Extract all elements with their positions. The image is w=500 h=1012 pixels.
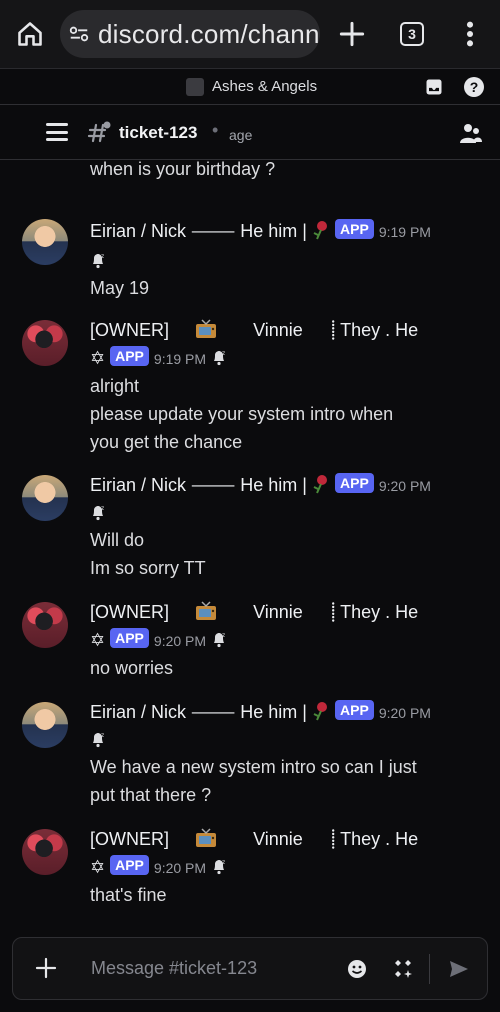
- attach-plus-icon[interactable]: [35, 957, 57, 979]
- timestamp: 9:19 PM: [153, 351, 207, 367]
- svg-text:z: z: [101, 732, 104, 739]
- message-text: May 19: [90, 278, 150, 298]
- apps-icon[interactable]: [393, 959, 413, 979]
- server-icon[interactable]: [186, 78, 204, 96]
- author-name[interactable]: Vinnie: [253, 829, 303, 849]
- message-input[interactable]: Message #ticket-123: [91, 958, 257, 979]
- star-icon: ✡: [90, 630, 106, 650]
- author-pronouns: ⸽ They . He: [330, 829, 419, 849]
- svg-text:z: z: [222, 632, 225, 639]
- message-item: [OWNER] Vinnie ⸽ They . He ✡ APP 9:20 PM…: [0, 596, 500, 686]
- message-text: Will do: [90, 530, 145, 550]
- author-name[interactable]: Eirian / Nick ⸻ He him |: [90, 702, 307, 722]
- server-name[interactable]: Ashes & Angels: [212, 78, 317, 95]
- app-badge: APP: [335, 700, 374, 720]
- message-item: Eirian / Nick ⸻ He him | APP 9:19 PM z M…: [0, 213, 500, 303]
- author-pronouns: ⸽ They . He: [330, 320, 419, 340]
- avatar[interactable]: [22, 320, 68, 366]
- message-text: We have a new system intro so can I just: [90, 757, 417, 777]
- timestamp: 9:20 PM: [153, 633, 207, 649]
- timestamp: 9:19 PM: [378, 224, 431, 240]
- bell-snooze-icon: z: [214, 859, 225, 875]
- tab-switcher-button[interactable]: 3: [400, 22, 424, 46]
- thread-hash-icon: [87, 121, 111, 143]
- emoji-icon[interactable]: [347, 959, 367, 979]
- svg-text:z: z: [101, 505, 104, 512]
- bell-snooze-icon: z: [214, 350, 225, 366]
- server-bar: Ashes & Angels ?: [0, 68, 500, 104]
- rose-icon: [313, 221, 327, 240]
- rose-icon: [313, 475, 327, 494]
- star-icon: ✡: [90, 348, 106, 368]
- url-text: discord.com/chann: [98, 18, 320, 49]
- app-badge: APP: [335, 219, 374, 239]
- avatar[interactable]: [22, 475, 68, 521]
- browser-toolbar: discord.com/chann 3: [0, 0, 500, 68]
- message-composer[interactable]: Message #ticket-123: [12, 937, 488, 1000]
- author-name[interactable]: Eirian / Nick ⸻ He him |: [90, 221, 307, 241]
- rose-icon: [313, 702, 327, 721]
- author-role[interactable]: [OWNER]: [90, 829, 169, 849]
- message-text: alright: [90, 376, 140, 396]
- app-badge: APP: [335, 473, 374, 493]
- author-name[interactable]: Eirian / Nick ⸻ He him |: [90, 475, 307, 495]
- new-tab-icon[interactable]: [336, 18, 368, 50]
- message-item: Eirian / Nick ⸻ He him | APP 9:20 PM z W…: [0, 469, 500, 589]
- author-name[interactable]: Vinnie: [253, 602, 303, 622]
- svg-text:z: z: [222, 350, 225, 357]
- site-settings-icon[interactable]: [68, 23, 90, 45]
- avatar[interactable]: [22, 219, 68, 265]
- bell-snooze-icon: z: [214, 632, 225, 648]
- channel-header: ticket-123 • age: [0, 104, 500, 160]
- author-name[interactable]: Vinnie: [253, 320, 303, 340]
- message-item: [OWNER] Vinnie ⸽ They . He ✡ APP 9:20 PM…: [0, 823, 500, 913]
- composer-divider: [429, 954, 430, 984]
- tv-icon: [196, 601, 217, 620]
- tv-icon: [196, 828, 217, 847]
- home-icon[interactable]: [16, 20, 44, 48]
- address-bar[interactable]: discord.com/chann: [60, 10, 320, 58]
- bell-snooze-icon: z: [93, 505, 104, 521]
- bell-snooze-icon: z: [93, 732, 104, 748]
- tv-icon: [196, 319, 217, 338]
- inbox-icon[interactable]: [424, 77, 444, 97]
- author-role[interactable]: [OWNER]: [90, 602, 169, 622]
- author-pronouns: ⸽ They . He: [330, 602, 419, 622]
- send-icon[interactable]: [448, 959, 470, 979]
- topic-separator: •: [212, 120, 219, 140]
- app-badge: APP: [110, 346, 149, 366]
- svg-text:z: z: [222, 859, 225, 866]
- svg-text:z: z: [101, 253, 104, 260]
- avatar[interactable]: [22, 702, 68, 748]
- star-icon: ✡: [90, 857, 106, 877]
- channel-name[interactable]: ticket-123: [119, 123, 197, 143]
- members-icon[interactable]: [458, 122, 482, 144]
- message-text: Im so sorry TT: [90, 558, 206, 578]
- message-item: [OWNER] Vinnie ⸽ They . He ✡ APP 9:19 PM…: [0, 314, 500, 464]
- more-vert-icon[interactable]: [462, 20, 478, 48]
- timestamp: 9:20 PM: [378, 478, 431, 494]
- avatar[interactable]: [22, 829, 68, 875]
- message-list[interactable]: when is your birthday ? Eirian / Nick ⸻ …: [0, 161, 500, 934]
- timestamp: 9:20 PM: [153, 860, 207, 876]
- message-text: no worries: [90, 658, 174, 678]
- message-item: Eirian / Nick ⸻ He him | APP 9:20 PM z W…: [0, 696, 500, 816]
- message-text: please update your system intro when: [90, 404, 394, 424]
- channel-topic[interactable]: age: [229, 127, 252, 143]
- help-icon[interactable]: ?: [464, 77, 484, 97]
- author-role[interactable]: [OWNER]: [90, 320, 169, 340]
- menu-icon[interactable]: [46, 123, 68, 141]
- app-badge: APP: [110, 628, 149, 648]
- bell-snooze-icon: z: [93, 253, 104, 269]
- app-badge: APP: [110, 855, 149, 875]
- avatar[interactable]: [22, 602, 68, 648]
- message-text: when is your birthday ?: [90, 161, 276, 179]
- message-text: put that there ?: [90, 785, 212, 805]
- message-text: you get the chance: [90, 432, 243, 452]
- timestamp: 9:20 PM: [378, 705, 431, 721]
- message-partial: when is your birthday ?: [0, 161, 500, 193]
- message-text: that's fine: [90, 885, 167, 905]
- tab-count: 3: [408, 26, 416, 42]
